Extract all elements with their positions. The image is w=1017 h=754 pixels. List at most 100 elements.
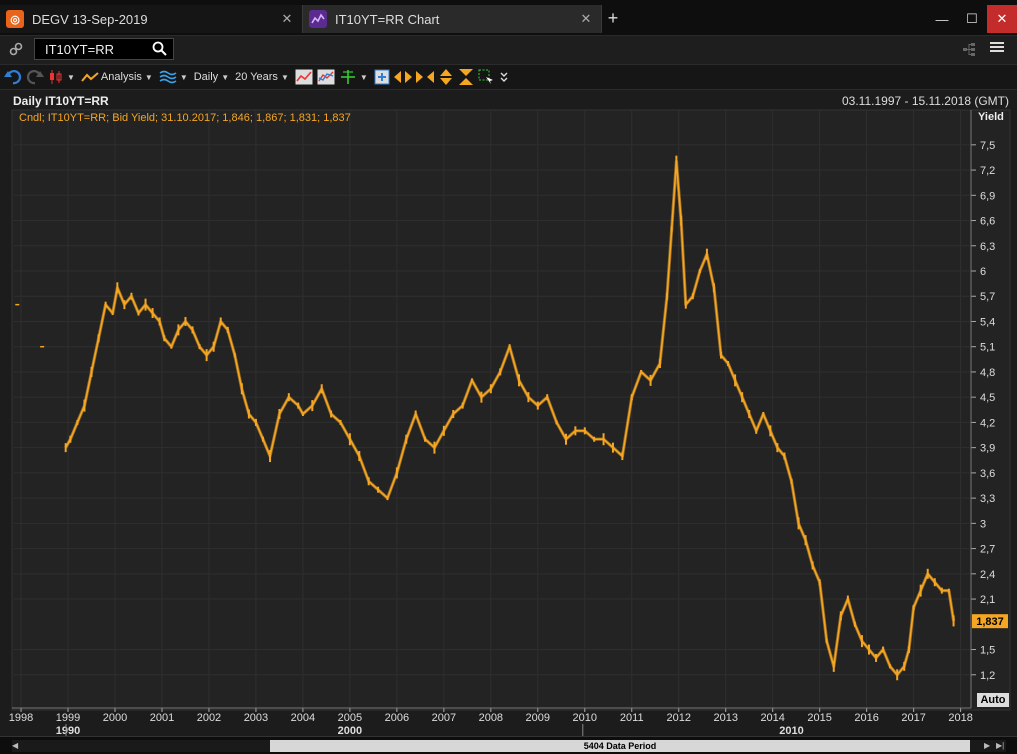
y-axis: 7,5 7,2 6,9 6,6 6,3 6 5,7 5,4 5,1 4,8 4,5 4,2 3,9 3,6… [970,110,995,708]
y-tick-label: 2,4 [980,569,995,581]
x-tick-label: 2017 [901,712,925,724]
scroll-horizontal-icon[interactable] [393,66,412,88]
series-band [64,160,956,677]
chevron-down-icon[interactable]: ▼ [145,73,153,82]
zoom-horizontal-icon[interactable] [415,66,434,88]
close-icon[interactable]: ✕ [280,11,294,27]
chart-legend: Cndl; IT10YT=RR; Bid Yield; 31.10.2017; … [19,112,351,124]
y-tick-label: 2,7 [980,544,995,556]
more-options-icon[interactable] [498,66,510,88]
x-tick-label: 1999 [56,712,80,724]
scroll-left-icon[interactable]: ◀ [12,740,22,752]
last-value-box [972,614,1008,629]
period-label: 20 Years [235,71,278,83]
chart-header: Daily IT10YT=RR 03.11.1997 - 15.11.2018 … [8,92,1012,110]
x-tick-label: 1998 [9,712,33,724]
x-tick-label: 2011 [620,712,644,724]
x-tick-label: 2002 [197,712,221,724]
x-tick-label: 2015 [807,712,831,724]
y-tick-label: 4,8 [980,367,995,379]
y-tick-label: 2,1 [980,594,995,606]
y-tick-label: 6,9 [980,190,995,202]
redo-icon[interactable] [26,66,44,88]
link-icon[interactable] [9,42,25,58]
tab-degv[interactable]: ◎ DEGV 13-Sep-2019 ✕ [0,5,302,33]
scroll-thumb[interactable]: 5404 Data Period [270,740,970,752]
interval-label: Daily [193,71,219,83]
line-chart-icon[interactable] [295,66,313,88]
period-dropdown[interactable]: 20 Years ▼ [235,66,291,88]
last-value-tag: 1,837 [972,614,1008,629]
selection-icon[interactable] [478,66,494,88]
hamburger-menu-icon[interactable] [990,40,1006,56]
time-scrollbar: ◀ 5404 Data Period ▶ ▶| [0,736,1017,754]
y-tick-label: 7,2 [980,165,995,177]
analysis-label: Analysis [100,71,142,83]
y-tick-label: 6 [980,266,986,278]
chevron-down-icon[interactable]: ▼ [67,73,75,82]
tab-chart-label: IT10YT=RR Chart [335,11,440,27]
x-tick-label: 2005 [338,712,362,724]
x-tick-label: 2014 [760,712,784,724]
window-close-button[interactable]: ✕ [987,5,1017,33]
last-value-label: 1,837 [976,616,1004,628]
window-controls: — ☐ ✕ [927,5,1017,33]
yield-series [15,155,956,681]
scroll-end-icon[interactable]: ▶| [996,740,1006,752]
x-tick-label: 2012 [666,712,690,724]
y-tick-label: 3,9 [980,443,995,455]
chart-grid [14,110,970,708]
search-icon[interactable] [152,41,168,57]
tab-chart[interactable]: IT10YT=RR Chart ✕ [302,5,602,33]
chart-title: Daily IT10YT=RR [13,94,109,108]
chevron-down-icon[interactable]: ▼ [360,73,368,82]
undo-icon[interactable] [4,66,22,88]
zoom-vertical-icon[interactable] [458,66,474,88]
x-tick-label: 2006 [385,712,409,724]
y-tick-label: 1,5 [980,645,995,657]
x-axis: 1998 1999 2000 2001 2002 2003 2004 2005 2006 2007… [9,707,973,737]
y-tick-label: 4,5 [980,392,995,404]
x-tick-label: 2004 [291,712,315,724]
y-tick-label: 7,5 [980,140,995,152]
hierarchy-icon[interactable] [962,42,976,59]
auto-scale-button[interactable]: Auto [977,693,1009,707]
chart-app-icon [309,10,327,28]
maximize-button[interactable]: ☐ [957,5,987,33]
y-tick-label: 6,6 [980,216,995,228]
chevron-down-icon[interactable]: ▼ [180,73,188,82]
y-tick-label: 3 [980,518,986,530]
x-tick-label: 2007 [432,712,456,724]
add-indicator-icon[interactable] [374,66,390,88]
y-tick-label: 5,4 [980,316,995,328]
analysis-dropdown[interactable]: Analysis ▼ [81,66,155,88]
tab-degv-label: DEGV 13-Sep-2019 [32,11,148,27]
y-tick-label: 1,2 [980,670,995,682]
chevron-down-icon[interactable]: ▼ [221,73,229,82]
x-tick-label: 2001 [150,712,174,724]
candlestick-icon[interactable]: ▼ [48,66,77,88]
close-icon[interactable]: ✕ [579,11,593,27]
overlay-icon[interactable]: ▼ [159,66,190,88]
x-tick-label: 2016 [854,712,878,724]
chevron-down-icon[interactable]: ▼ [281,73,289,82]
y-axis-title: Yield [978,111,1004,123]
x-tick-label: 2008 [479,712,503,724]
chart-date-range: 03.11.1997 - 15.11.2018 (GMT) [842,94,1009,108]
app-window: ◎ DEGV 13-Sep-2019 ✕ IT10YT=RR Chart ✕ +… [0,0,1017,754]
minimize-button[interactable]: — [927,5,957,33]
scroll-vertical-icon[interactable] [438,66,454,88]
tab-bar: ◎ DEGV 13-Sep-2019 ✕ IT10YT=RR Chart ✕ +… [0,0,1017,36]
add-tab-button[interactable]: + [604,8,622,28]
scroll-right-icon[interactable]: ▶ [984,740,994,752]
interval-dropdown[interactable]: Daily ▼ [194,66,231,88]
y-tick-label: 4,2 [980,417,995,429]
series-line [65,160,955,676]
crosshair-icon[interactable]: ▼ [339,66,370,88]
x-tick-label: 2013 [713,712,737,724]
degv-app-icon: ◎ [6,10,24,28]
x-tick-label: 2003 [244,712,268,724]
compare-chart-icon[interactable] [317,66,335,88]
y-tick-label: 5,7 [980,291,995,303]
search-row [0,36,1017,64]
